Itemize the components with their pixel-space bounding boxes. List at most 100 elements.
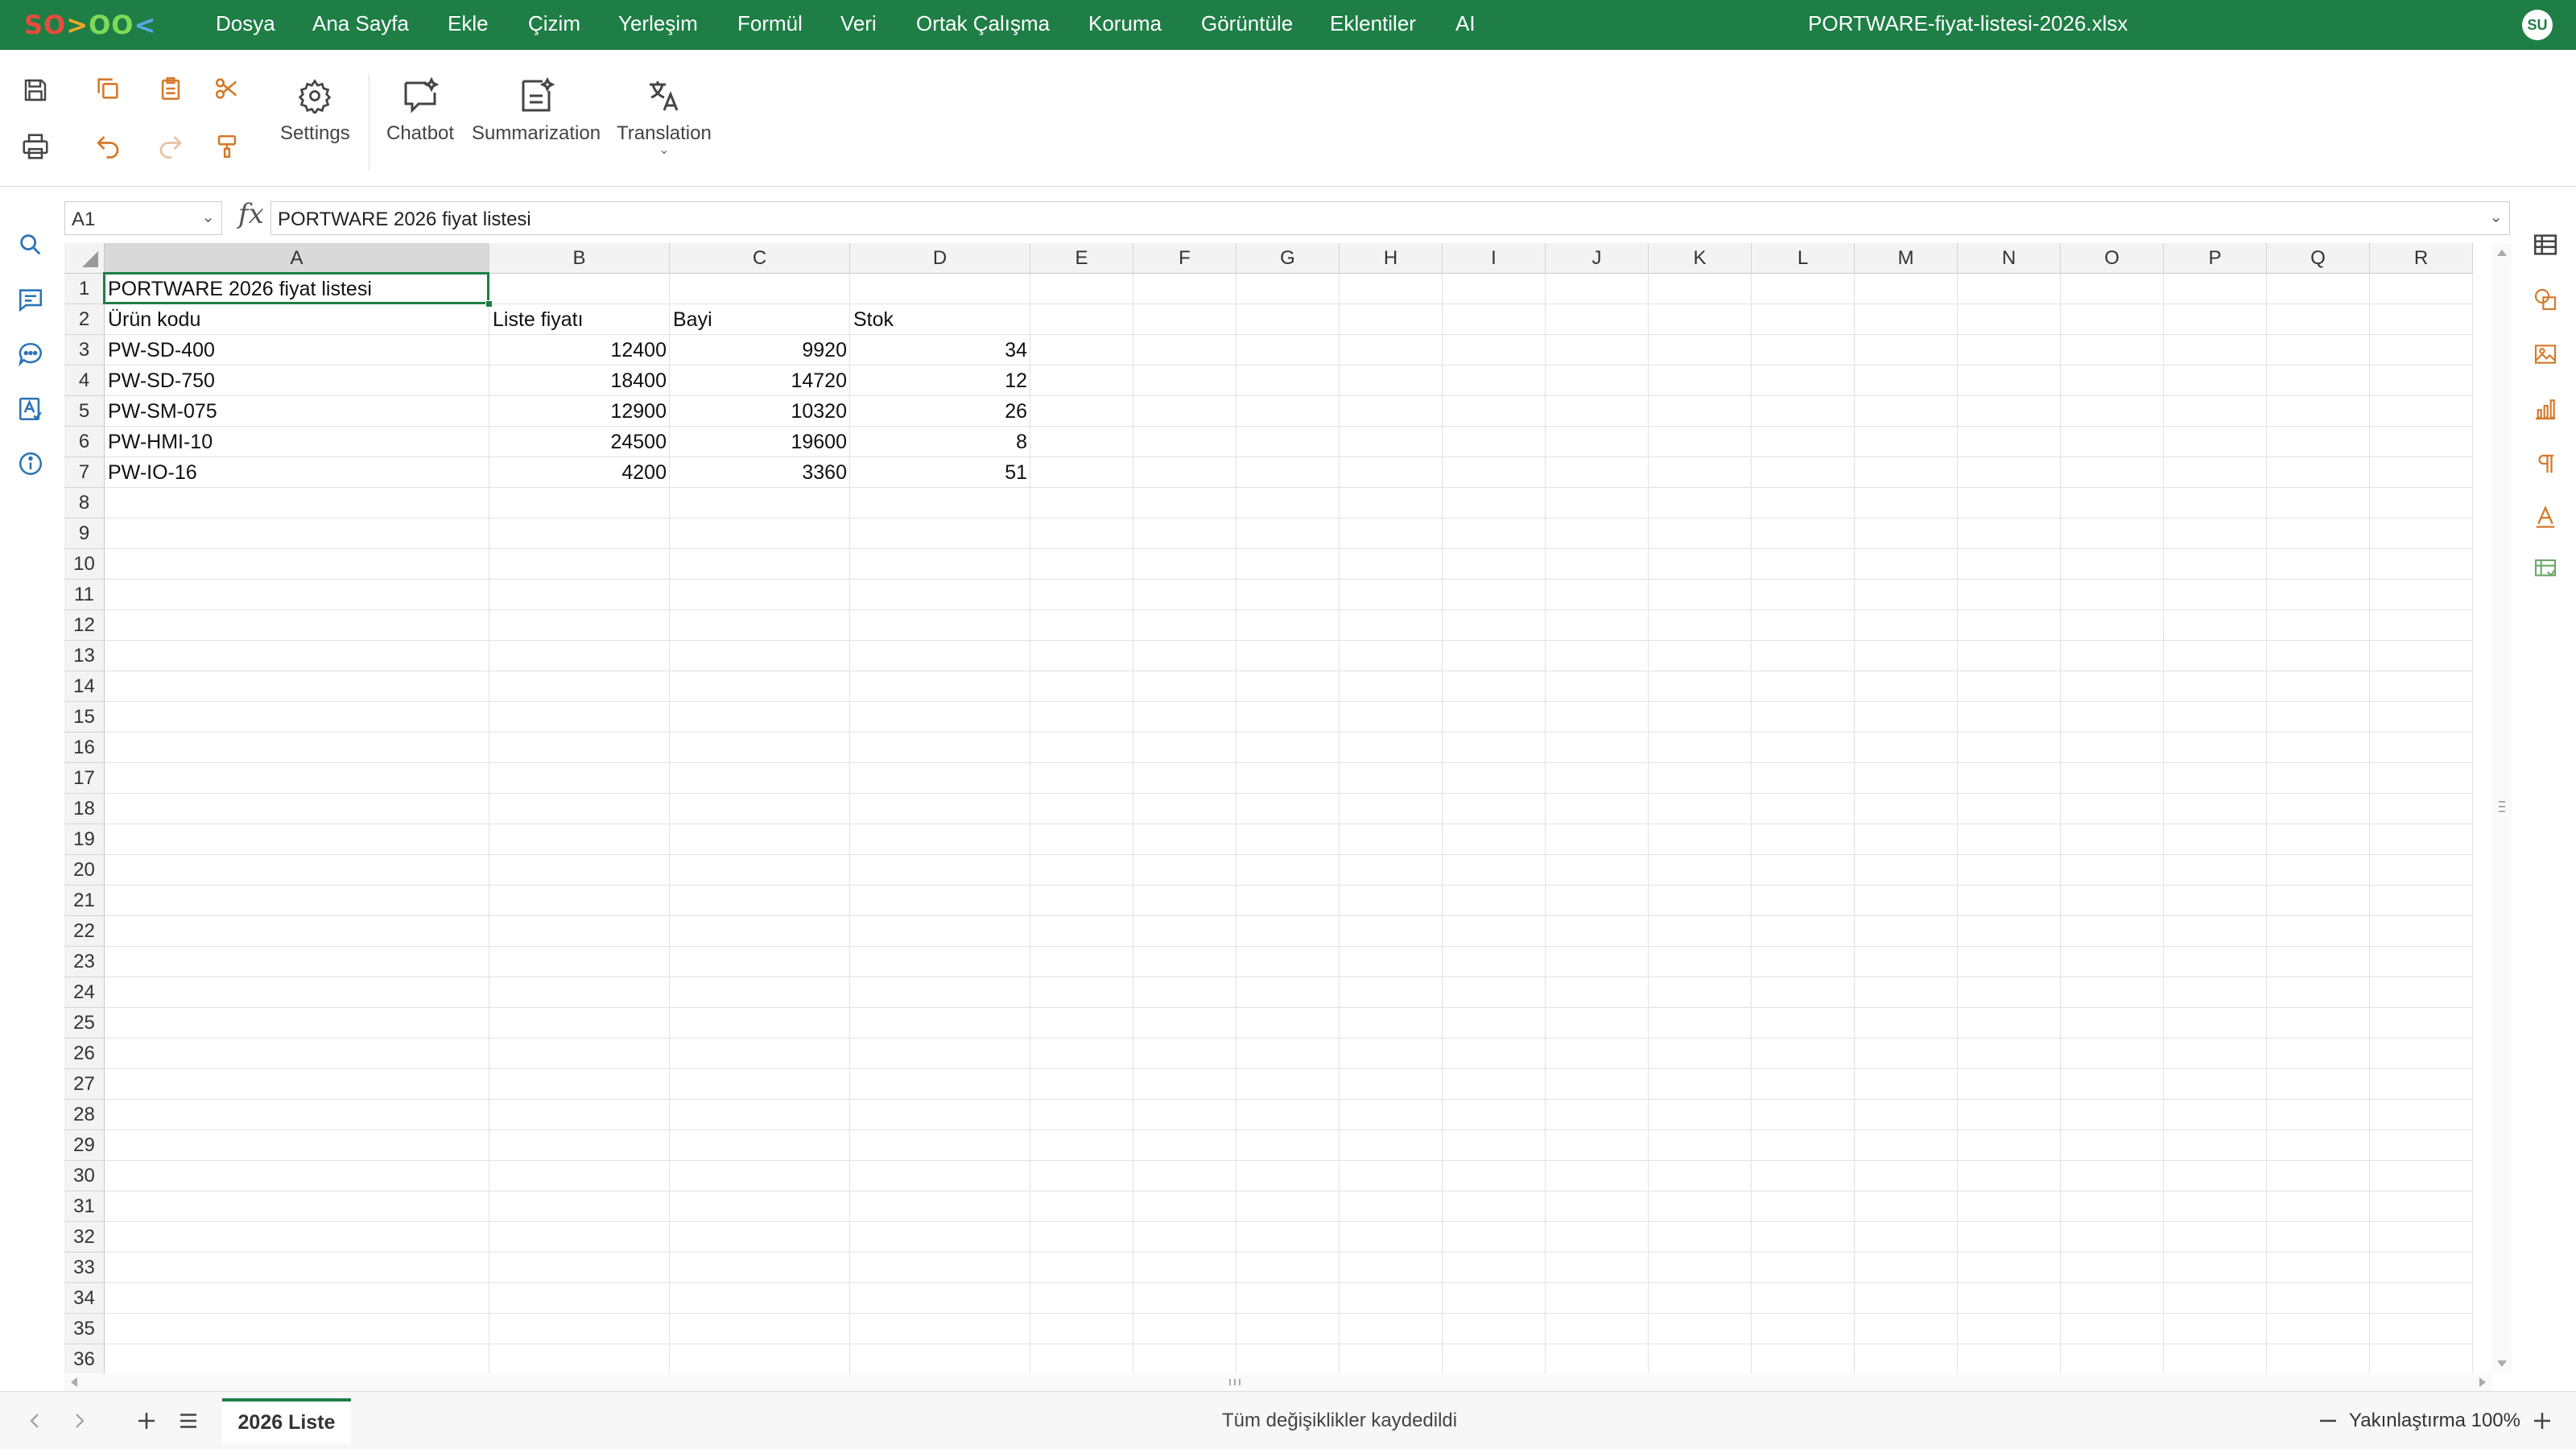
undo-icon[interactable]	[89, 127, 127, 166]
paste-icon[interactable]	[151, 69, 190, 108]
row-header-23[interactable]: 23	[64, 947, 105, 977]
next-sheet-icon[interactable]	[64, 1406, 93, 1435]
cell-d2[interactable]: Stok	[850, 304, 1030, 335]
print-icon[interactable]	[16, 127, 55, 166]
row-header-31[interactable]: 31	[64, 1191, 105, 1222]
row-header-6[interactable]: 6	[64, 427, 105, 457]
cell-b5[interactable]: 12900	[489, 396, 670, 427]
row-header-26[interactable]: 26	[64, 1038, 105, 1069]
function-icon[interactable]: fx	[238, 198, 264, 230]
cell-d6[interactable]: 8	[850, 427, 1030, 457]
row-header-17[interactable]: 17	[64, 763, 105, 794]
column-header-l[interactable]: L	[1752, 243, 1855, 274]
column-header-p[interactable]: P	[2164, 243, 2267, 274]
menu-ortak-calisma[interactable]: Ortak Çalışma	[916, 11, 1050, 36]
row-header-30[interactable]: 30	[64, 1161, 105, 1191]
zoom-out-icon[interactable]	[2314, 1406, 2343, 1435]
column-header-e[interactable]: E	[1030, 243, 1133, 274]
column-header-g[interactable]: G	[1236, 243, 1340, 274]
row-header-4[interactable]: 4	[64, 365, 105, 396]
summarization-button[interactable]: Summarization	[472, 72, 601, 145]
cell-b2[interactable]: Liste fiyatı	[489, 304, 670, 335]
cell-c6[interactable]: 19600	[670, 427, 850, 457]
menu-ana-sayfa[interactable]: Ana Sayfa	[312, 11, 409, 36]
cell-a2[interactable]: Ürün kodu	[105, 304, 489, 335]
select-all-corner[interactable]	[64, 243, 105, 274]
fill-handle[interactable]	[485, 300, 493, 308]
zoom-in-icon[interactable]	[2528, 1406, 2557, 1435]
column-header-b[interactable]: B	[489, 243, 670, 274]
pivot-table-icon[interactable]	[2528, 552, 2563, 588]
menu-goruntule[interactable]: Görüntüle	[1201, 11, 1293, 36]
row-header-36[interactable]: 36	[64, 1344, 105, 1373]
row-header-22[interactable]: 22	[64, 916, 105, 947]
sheet-list-icon[interactable]	[174, 1406, 203, 1435]
column-header-d[interactable]: D	[850, 243, 1030, 274]
row-header-21[interactable]: 21	[64, 886, 105, 916]
row-header-32[interactable]: 32	[64, 1222, 105, 1253]
chat-icon[interactable]	[13, 336, 48, 372]
column-header-a[interactable]: A	[105, 243, 489, 274]
cell-c2[interactable]: Bayi	[670, 304, 850, 335]
column-header-r[interactable]: R	[2370, 243, 2473, 274]
row-header-34[interactable]: 34	[64, 1283, 105, 1314]
menu-formul[interactable]: Formül	[737, 11, 803, 36]
user-avatar[interactable]: SU	[2522, 10, 2553, 40]
search-icon[interactable]	[13, 227, 48, 262]
translation-button[interactable]: Translation ⌄	[617, 72, 712, 158]
row-header-29[interactable]: 29	[64, 1130, 105, 1161]
horizontal-scrollbar[interactable]	[64, 1373, 2492, 1391]
cell-b7[interactable]: 4200	[489, 457, 670, 488]
row-header-8[interactable]: 8	[64, 488, 105, 518]
add-sheet-icon[interactable]	[132, 1406, 161, 1435]
column-header-q[interactable]: Q	[2267, 243, 2370, 274]
row-header-13[interactable]: 13	[64, 641, 105, 671]
cell-a6[interactable]: PW-HMI-10	[105, 427, 489, 457]
row-header-15[interactable]: 15	[64, 702, 105, 733]
column-header-o[interactable]: O	[2061, 243, 2164, 274]
row-header-19[interactable]: 19	[64, 824, 105, 855]
name-box[interactable]: A1 ⌄	[64, 201, 222, 235]
row-header-1[interactable]: 1	[64, 274, 105, 304]
menu-eklentiler[interactable]: Eklentiler	[1330, 11, 1416, 36]
row-header-18[interactable]: 18	[64, 794, 105, 824]
cell-c7[interactable]: 3360	[670, 457, 850, 488]
comment-icon[interactable]	[13, 282, 48, 317]
menu-veri[interactable]: Veri	[840, 11, 877, 36]
row-header-7[interactable]: 7	[64, 457, 105, 488]
cell-d3[interactable]: 34	[850, 335, 1030, 365]
info-icon[interactable]	[13, 446, 48, 481]
cell-d5[interactable]: 26	[850, 396, 1030, 427]
menu-cizim[interactable]: Çizim	[528, 11, 580, 36]
image-icon[interactable]	[2528, 336, 2563, 372]
sheet-tab-2026-liste[interactable]: 2026 Liste	[222, 1398, 351, 1443]
column-header-j[interactable]: J	[1546, 243, 1649, 274]
chevron-down-icon[interactable]: ⌄	[201, 207, 215, 227]
column-header-c[interactable]: C	[670, 243, 850, 274]
column-header-n[interactable]: N	[1958, 243, 2061, 274]
row-header-35[interactable]: 35	[64, 1314, 105, 1344]
column-header-m[interactable]: M	[1855, 243, 1958, 274]
menu-dosya[interactable]: Dosya	[216, 11, 275, 36]
row-header-2[interactable]: 2	[64, 304, 105, 335]
cell-a3[interactable]: PW-SD-400	[105, 335, 489, 365]
row-header-5[interactable]: 5	[64, 396, 105, 427]
column-header-i[interactable]: I	[1443, 243, 1546, 274]
column-header-h[interactable]: H	[1340, 243, 1443, 274]
cell-b3[interactable]: 12400	[489, 335, 670, 365]
save-icon[interactable]	[16, 71, 55, 109]
row-header-20[interactable]: 20	[64, 855, 105, 886]
row-header-28[interactable]: 28	[64, 1100, 105, 1130]
row-header-24[interactable]: 24	[64, 977, 105, 1008]
row-header-25[interactable]: 25	[64, 1008, 105, 1038]
cell-a7[interactable]: PW-IO-16	[105, 457, 489, 488]
row-header-11[interactable]: 11	[64, 580, 105, 610]
translation-dropdown-icon[interactable]: ⌄	[658, 142, 669, 158]
cell-settings-icon[interactable]	[2528, 227, 2563, 262]
prev-sheet-icon[interactable]	[21, 1406, 50, 1435]
spellcheck-icon[interactable]	[13, 391, 48, 427]
paragraph-icon[interactable]	[2528, 446, 2563, 481]
text-art-icon[interactable]	[2528, 499, 2563, 535]
format-painter-icon[interactable]	[208, 127, 246, 166]
cell-d4[interactable]: 12	[850, 365, 1030, 396]
